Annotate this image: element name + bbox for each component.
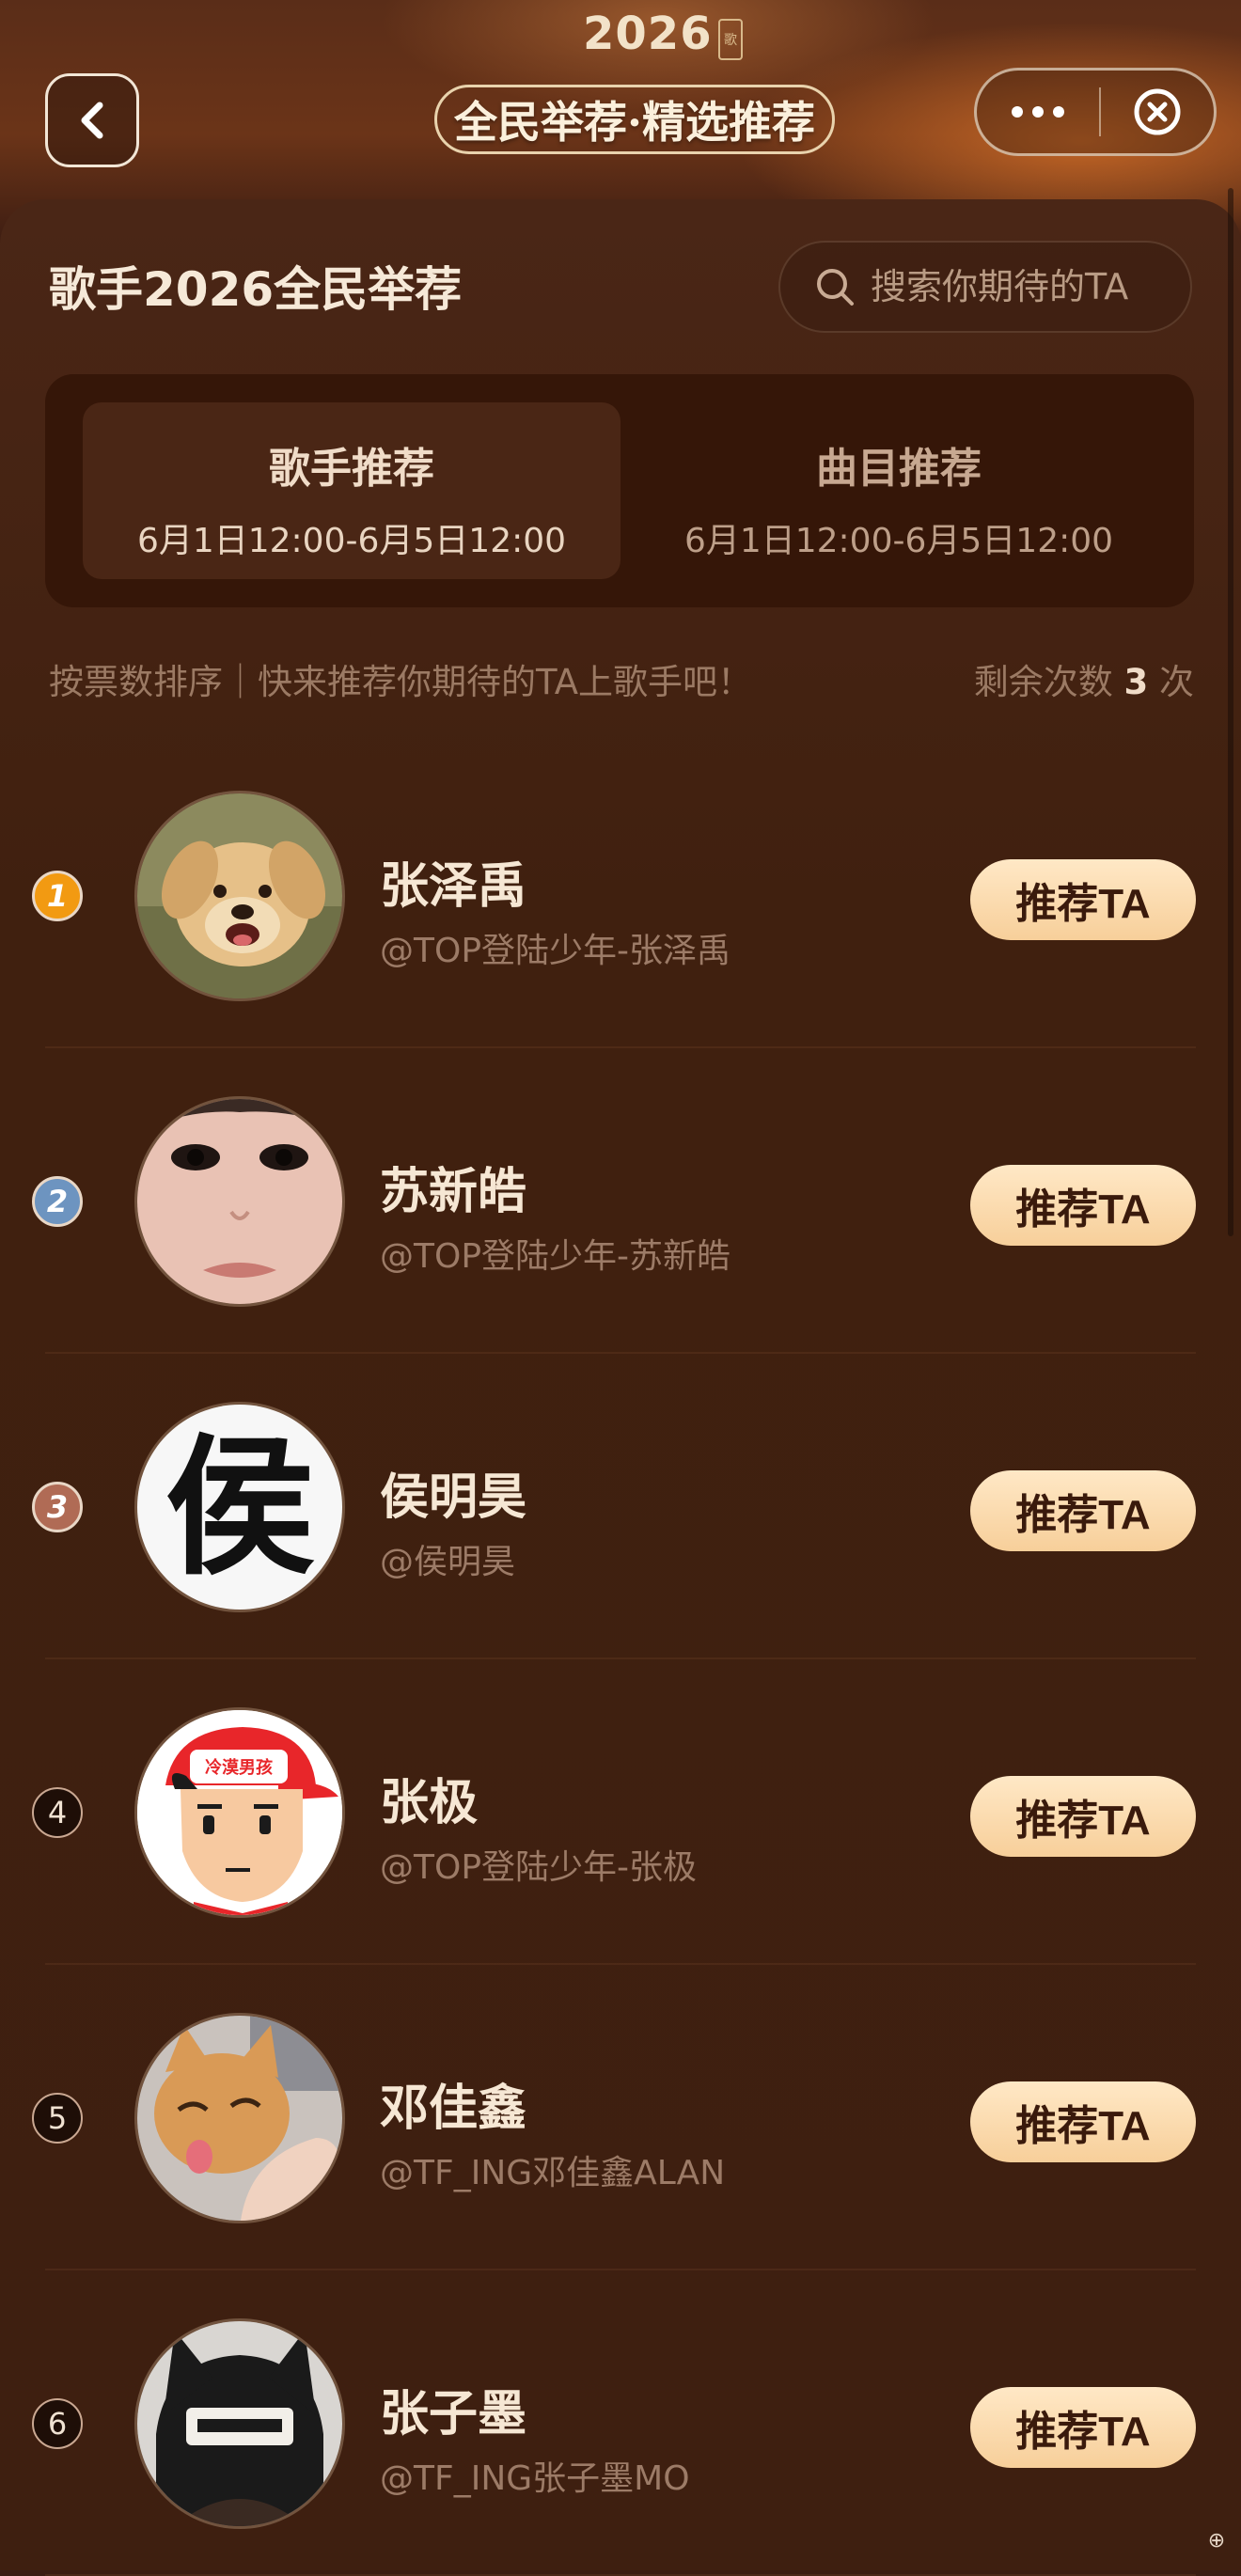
recommend-button[interactable]: 推荐TA (970, 1776, 1196, 1857)
search-box[interactable] (778, 241, 1192, 333)
recommend-button[interactable]: 推荐TA (970, 1165, 1196, 1246)
list-item: 2 苏新皓 @TOP登陆少年-苏新皓 推荐TA (32, 1048, 1196, 1354)
rank-badge: 5 (32, 2093, 83, 2144)
candidate-handle: @TF_ING邓佳鑫ALAN (380, 2154, 726, 2192)
candidate-list: 1 张泽禹 @TOP登陆少年-张泽禹 推荐TA 2 苏新皓 @TOP登陆少年-苏… (0, 743, 1241, 2576)
candidate-handle: @TF_ING张子墨MO (380, 2459, 690, 2498)
remaining-votes: 剩余次数 3 次 (974, 653, 1194, 704)
recommend-button[interactable]: 推荐TA (970, 2081, 1196, 2162)
more-button[interactable] (977, 71, 1099, 153)
list-item: 1 张泽禹 @TOP登陆少年-张泽禹 推荐TA (32, 743, 1196, 1048)
close-circle-icon (1134, 88, 1181, 135)
rank-badge: 6 (32, 2398, 83, 2449)
remaining-suffix: 次 (1159, 662, 1194, 702)
banner-year: 2026 (583, 8, 713, 60)
page-title: 歌手2026全民举荐 (49, 262, 463, 317)
mini-program-capsule (974, 68, 1217, 156)
candidate-name: 张极 (380, 1775, 479, 1831)
recommend-button[interactable]: 推荐TA (970, 859, 1196, 940)
hint-row: 按票数排序｜快来推荐你期待的TA上歌手吧！ 剩余次数 3 次 (49, 651, 1194, 707)
chevron-left-icon (81, 102, 103, 139)
tab-singer-recommend[interactable]: 歌手推荐 6月1日12:00-6月5日12:00 (83, 402, 620, 579)
candidate-handle: @TOP登陆少年-张极 (380, 1848, 698, 1887)
rank-badge: 1 (32, 871, 83, 921)
beanie-avatar[interactable] (137, 2321, 342, 2526)
rank-badge: 4 (32, 1787, 83, 1838)
rank-badge: 2 (32, 1176, 83, 1227)
face-avatar[interactable] (137, 1099, 342, 1304)
list-item: 4 冷漠男孩 张极 @TOP登陆少年-张极 推荐TA (32, 1659, 1196, 1965)
remaining-count: 3 (1123, 662, 1149, 702)
list-item: 3 侯 侯明昊 @侯明昊 推荐TA (32, 1354, 1196, 1659)
candidate-name: 张泽禹 (380, 858, 527, 915)
tab-bar: 歌手推荐 6月1日12:00-6月5日12:00 曲目推荐 6月1日12:00-… (45, 374, 1194, 607)
cartoon-boy-avatar[interactable]: 冷漠男孩 (137, 1710, 342, 1915)
cat-avatar[interactable] (137, 2016, 342, 2221)
back-button[interactable] (45, 73, 139, 167)
candidate-handle: @TOP登陆少年-苏新皓 (380, 1237, 731, 1276)
rank-badge: 3 (32, 1482, 83, 1532)
remaining-prefix: 剩余次数 (973, 662, 1113, 702)
candidate-name: 张子墨 (380, 2386, 527, 2442)
tab-label: 歌手推荐 (269, 445, 434, 493)
floating-corner-icon[interactable]: ⊕ (1203, 2527, 1230, 2553)
banner-year-badge: 歌 (718, 19, 743, 60)
recommend-button[interactable]: 推荐TA (970, 1470, 1196, 1551)
candidate-handle: @TOP登陆少年-张泽禹 (380, 932, 731, 970)
more-dots-icon (1012, 106, 1064, 118)
cap-text: 冷漠男孩 (205, 1758, 273, 1778)
sort-hint: 按票数排序｜快来推荐你期待的TA上歌手吧！ (49, 662, 753, 702)
search-icon (814, 266, 856, 307)
tab-label: 曲目推荐 (816, 445, 982, 493)
candidate-name: 侯明昊 (380, 1469, 527, 1526)
close-button[interactable] (1101, 71, 1214, 153)
candidate-name: 苏新皓 (380, 1164, 527, 1220)
candidate-handle: @侯明昊 (380, 1543, 516, 1581)
puppy-avatar[interactable] (137, 793, 342, 998)
tab-dates: 6月1日12:00-6月5日12:00 (136, 522, 567, 560)
avatar-character: 侯 (164, 1419, 315, 1595)
candidate-name: 邓佳鑫 (380, 2081, 527, 2137)
tab-dates: 6月1日12:00-6月5日12:00 (683, 522, 1114, 560)
character-avatar[interactable]: 侯 (137, 1405, 342, 1610)
tab-song-recommend[interactable]: 曲目推荐 6月1日12:00-6月5日12:00 (630, 402, 1168, 579)
search-input[interactable] (869, 265, 1173, 308)
recommend-button[interactable]: 推荐TA (970, 2387, 1196, 2468)
list-item: 6 张子墨 @TF_ING张子墨MO 推荐TA (32, 2270, 1196, 2576)
list-item: 5 邓佳鑫 @TF_ING邓佳鑫ALAN 推荐TA (32, 1965, 1196, 2270)
banner-title: 全民举荐·精选推荐 (434, 85, 835, 154)
